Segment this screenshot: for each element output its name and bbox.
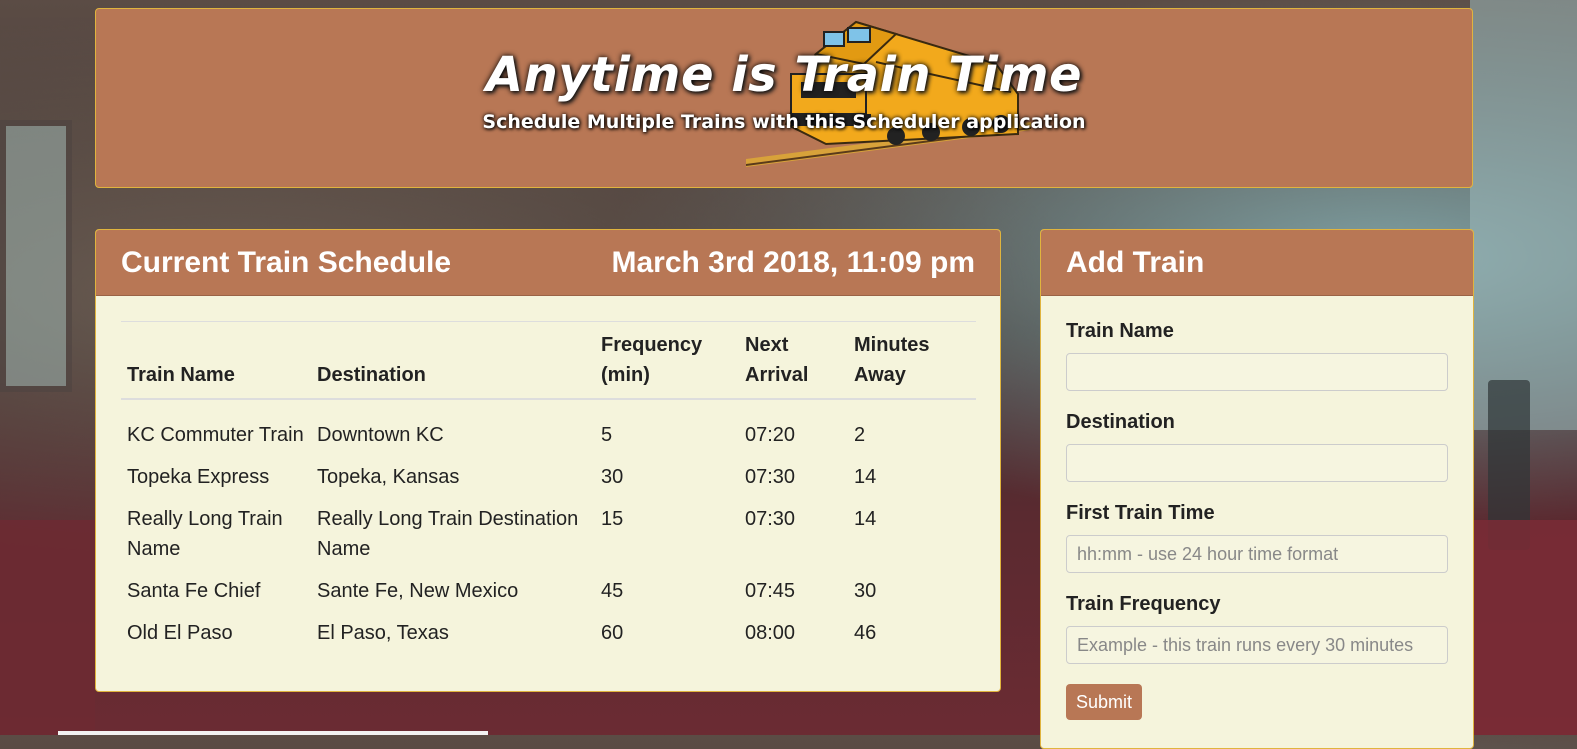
next-arrival-cell: 07:30 (745, 466, 796, 488)
train-name-cell: Santa Fe Chief (127, 580, 261, 602)
first-train-time-label: First Train Time (1066, 502, 1215, 524)
minutes-away-cell: 46 (854, 622, 877, 644)
page-subtitle: Schedule Multiple Trains with this Sched… (482, 111, 1086, 133)
column-header-next-arrival: Next Arrival (739, 321, 848, 400)
destination-input[interactable] (1066, 444, 1448, 482)
schedule-panel-heading: Current Train Schedule March 3rd 2018, 1… (96, 230, 1000, 296)
add-train-form: Train Name Destination First Train Time … (1041, 296, 1473, 720)
next-arrival-cell: 07:45 (745, 580, 796, 602)
frequency-cell: 60 (601, 622, 624, 644)
train-frequency-input[interactable] (1066, 626, 1448, 664)
train-frequency-label: Train Frequency (1066, 593, 1221, 615)
frequency-cell: 30 (601, 466, 624, 488)
destination-label: Destination (1066, 411, 1175, 433)
first-train-time-group: First Train Time (1066, 502, 1448, 573)
train-name-cell: Really Long Train Name (127, 508, 283, 560)
column-header-train-name: Train Name (121, 321, 311, 400)
train-schedule-table: Train Name Destination Frequency (min) N… (121, 321, 976, 648)
minutes-away-cell: 14 (854, 466, 877, 488)
table-row: Santa Fe Chief Sante Fe, New Mexico 45 0… (121, 564, 976, 606)
table-row: Topeka Express Topeka, Kansas 30 07:30 1… (121, 450, 976, 492)
next-arrival-cell: 07:30 (745, 508, 796, 530)
current-datetime: March 3rd 2018, 11:09 pm (611, 245, 975, 279)
destination-cell: El Paso, Texas (317, 622, 449, 644)
train-name-cell: Old El Paso (127, 622, 233, 644)
column-header-frequency: Frequency (min) (595, 321, 739, 400)
submit-button[interactable]: Submit (1066, 684, 1142, 720)
schedule-panel-title: Current Train Schedule (121, 245, 452, 279)
header-jumbotron: Anytime is Train Time Schedule Multiple … (95, 8, 1473, 188)
train-name-label: Train Name (1066, 320, 1174, 342)
train-name-cell: KC Commuter Train (127, 424, 304, 446)
destination-cell: Downtown KC (317, 424, 444, 446)
table-row: Really Long Train Name Really Long Train… (121, 492, 976, 564)
background-seat-left (0, 520, 95, 735)
table-row: Old El Paso El Paso, Texas 60 08:00 46 (121, 606, 976, 648)
train-name-cell: Topeka Express (127, 466, 270, 488)
background-window-right (1470, 0, 1577, 430)
train-name-group: Train Name (1066, 320, 1448, 391)
next-arrival-cell: 08:00 (745, 622, 796, 644)
background-window-left (0, 120, 72, 392)
column-header-destination: Destination (311, 321, 595, 400)
frequency-cell: 5 (601, 424, 613, 446)
destination-group: Destination (1066, 411, 1448, 482)
train-name-input[interactable] (1066, 353, 1448, 391)
frequency-cell: 15 (601, 508, 624, 530)
destination-cell: Really Long Train Destination Name (317, 508, 579, 560)
column-header-minutes-away: Minutes Away (848, 321, 976, 400)
add-train-panel-title: Add Train (1066, 245, 1205, 279)
schedule-panel: Current Train Schedule March 3rd 2018, 1… (95, 229, 1001, 692)
add-train-panel-heading: Add Train (1041, 230, 1473, 296)
minutes-away-cell: 14 (854, 508, 877, 530)
minutes-away-cell: 2 (854, 424, 866, 446)
bottom-divider (58, 731, 488, 735)
destination-cell: Topeka, Kansas (317, 466, 460, 488)
background-seat-right (1470, 520, 1577, 735)
destination-cell: Sante Fe, New Mexico (317, 580, 519, 602)
minutes-away-cell: 30 (854, 580, 877, 602)
table-row: KC Commuter Train Downtown KC 5 07:20 2 (121, 399, 976, 450)
next-arrival-cell: 07:20 (745, 424, 796, 446)
train-frequency-group: Train Frequency (1066, 593, 1448, 664)
first-train-time-input[interactable] (1066, 535, 1448, 573)
frequency-cell: 45 (601, 580, 624, 602)
add-train-panel: Add Train Train Name Destination First T… (1040, 229, 1474, 749)
page-title: Anytime is Train Time (485, 47, 1083, 103)
